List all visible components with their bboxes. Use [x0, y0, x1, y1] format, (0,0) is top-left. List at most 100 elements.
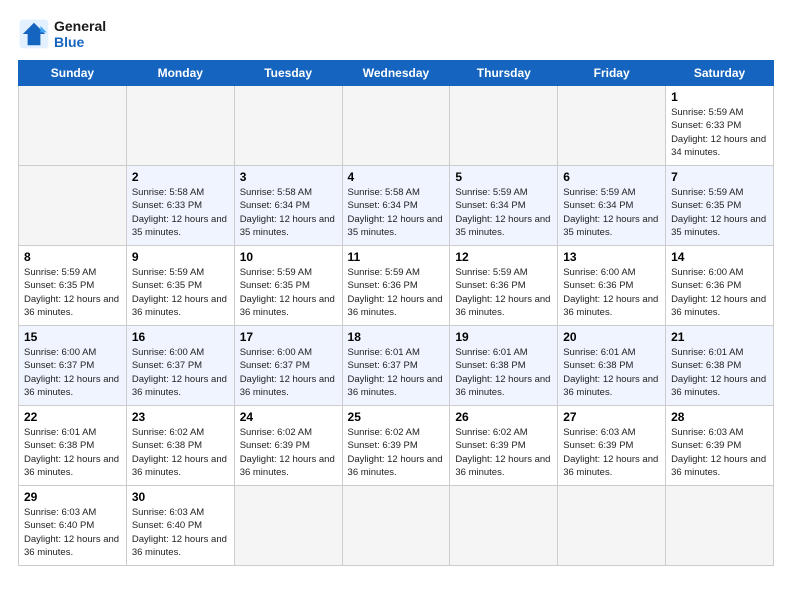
calendar-day-cell: 8 Sunrise: 5:59 AMSunset: 6:35 PMDaylight…: [19, 246, 127, 326]
day-info: Sunrise: 5:59 AMSunset: 6:35 PMDaylight:…: [240, 266, 337, 319]
calendar-day-cell: 17Sunrise: 6:00 AMSunset: 6:37 PMDayligh…: [234, 326, 342, 406]
calendar-day-cell: 13 Sunrise: 6:00 AMSunset: 6:36 PMDayligh…: [558, 246, 666, 326]
calendar-week-row: 2Sunrise: 5:58 AMSunset: 6:33 PMDaylight…: [19, 166, 774, 246]
calendar-day-cell: 25Sunrise: 6:02 AMSunset: 6:39 PMDayligh…: [342, 406, 450, 486]
calendar-day-cell: 16Sunrise: 6:00 AMSunset: 6:37 PMDayligh…: [126, 326, 234, 406]
calendar-day-cell: 26 Sunrise: 6:02 AMSunset: 6:39 PMDayligh…: [450, 406, 558, 486]
day-info: Sunrise: 6:00 AMSunset: 6:37 PMDaylight:…: [24, 346, 121, 399]
calendar-day-cell: [450, 86, 558, 166]
day-number: 28: [671, 410, 768, 424]
day-info: Sunrise: 6:00 AMSunset: 6:36 PMDaylight:…: [671, 266, 768, 319]
day-info: Sunrise: 6:01 AMSunset: 6:38 PMDaylight:…: [24, 426, 121, 479]
calendar-day-cell: 18 Sunrise: 6:01 AMSunset: 6:37 PMDayligh…: [342, 326, 450, 406]
day-number: 6: [563, 170, 660, 184]
day-info: Sunrise: 6:03 AMSunset: 6:40 PMDaylight:…: [24, 506, 121, 559]
day-of-week-header: Tuesday: [234, 61, 342, 86]
calendar-day-cell: 14 Sunrise: 6:00 AMSunset: 6:36 PMDayligh…: [666, 246, 774, 326]
calendar-day-cell: [666, 486, 774, 566]
day-info: Sunrise: 5:59 AMSunset: 6:34 PMDaylight:…: [455, 186, 552, 239]
day-number: 13: [563, 250, 660, 264]
day-info: Sunrise: 6:02 AMSunset: 6:39 PMDaylight:…: [455, 426, 552, 479]
day-number: 2: [132, 170, 229, 184]
day-number: 1: [671, 90, 768, 104]
day-info: Sunrise: 5:59 AMSunset: 6:33 PMDaylight:…: [671, 106, 768, 159]
calendar-week-row: 1 Sunrise: 5:59 AMSunset: 6:33 PMDaylight…: [19, 86, 774, 166]
day-number: 20: [563, 330, 660, 344]
day-info: Sunrise: 6:03 AMSunset: 6:39 PMDaylight:…: [671, 426, 768, 479]
header: General Blue: [18, 18, 774, 50]
day-number: 7: [671, 170, 768, 184]
day-info: Sunrise: 6:01 AMSunset: 6:37 PMDaylight:…: [348, 346, 445, 399]
logo: General Blue: [18, 18, 106, 50]
day-number: 9: [132, 250, 229, 264]
day-number: 10: [240, 250, 337, 264]
calendar-day-cell: 11 Sunrise: 5:59 AMSunset: 6:36 PMDayligh…: [342, 246, 450, 326]
calendar-day-cell: 6 Sunrise: 5:59 AMSunset: 6:34 PMDaylight…: [558, 166, 666, 246]
calendar-day-cell: 20 Sunrise: 6:01 AMSunset: 6:38 PMDayligh…: [558, 326, 666, 406]
calendar-day-cell: [450, 486, 558, 566]
calendar-day-cell: 24 Sunrise: 6:02 AMSunset: 6:39 PMDayligh…: [234, 406, 342, 486]
day-info: Sunrise: 6:00 AMSunset: 6:36 PMDaylight:…: [563, 266, 660, 319]
day-number: 21: [671, 330, 768, 344]
calendar-day-cell: 21 Sunrise: 6:01 AMSunset: 6:38 PMDayligh…: [666, 326, 774, 406]
day-of-week-header: Wednesday: [342, 61, 450, 86]
logo-icon: [18, 18, 50, 50]
calendar-day-cell: 12Sunrise: 5:59 AMSunset: 6:36 PMDayligh…: [450, 246, 558, 326]
day-number: 12: [455, 250, 552, 264]
day-info: Sunrise: 6:01 AMSunset: 6:38 PMDaylight:…: [671, 346, 768, 399]
calendar-day-cell: 5Sunrise: 5:59 AMSunset: 6:34 PMDaylight…: [450, 166, 558, 246]
day-number: 15: [24, 330, 121, 344]
day-number: 19: [455, 330, 552, 344]
day-number: 18: [348, 330, 445, 344]
calendar-day-cell: 23 Sunrise: 6:02 AMSunset: 6:38 PMDayligh…: [126, 406, 234, 486]
day-info: Sunrise: 5:59 AMSunset: 6:35 PMDaylight:…: [671, 186, 768, 239]
day-number: 3: [240, 170, 337, 184]
calendar-day-cell: 15 Sunrise: 6:00 AMSunset: 6:37 PMDayligh…: [19, 326, 127, 406]
calendar-day-cell: 19 Sunrise: 6:01 AMSunset: 6:38 PMDayligh…: [450, 326, 558, 406]
calendar-header-row: SundayMondayTuesdayWednesdayThursdayFrid…: [19, 61, 774, 86]
calendar-day-cell: 28 Sunrise: 6:03 AMSunset: 6:39 PMDayligh…: [666, 406, 774, 486]
day-number: 8: [24, 250, 121, 264]
day-info: Sunrise: 6:01 AMSunset: 6:38 PMDaylight:…: [563, 346, 660, 399]
day-info: Sunrise: 5:58 AMSunset: 6:34 PMDaylight:…: [240, 186, 337, 239]
day-info: Sunrise: 6:02 AMSunset: 6:39 PMDaylight:…: [240, 426, 337, 479]
day-number: 17: [240, 330, 337, 344]
day-info: Sunrise: 6:01 AMSunset: 6:38 PMDaylight:…: [455, 346, 552, 399]
page: General Blue SundayMondayTuesdayWednesda…: [0, 0, 792, 612]
calendar-day-cell: [19, 166, 127, 246]
day-number: 24: [240, 410, 337, 424]
logo-text: General Blue: [54, 18, 106, 50]
calendar-day-cell: 2Sunrise: 5:58 AMSunset: 6:33 PMDaylight…: [126, 166, 234, 246]
calendar-day-cell: 27 Sunrise: 6:03 AMSunset: 6:39 PMDayligh…: [558, 406, 666, 486]
calendar-day-cell: [19, 86, 127, 166]
day-info: Sunrise: 6:03 AMSunset: 6:39 PMDaylight:…: [563, 426, 660, 479]
calendar-day-cell: 9Sunrise: 5:59 AMSunset: 6:35 PMDaylight…: [126, 246, 234, 326]
calendar-week-row: 22 Sunrise: 6:01 AMSunset: 6:38 PMDayligh…: [19, 406, 774, 486]
calendar-week-row: 8 Sunrise: 5:59 AMSunset: 6:35 PMDaylight…: [19, 246, 774, 326]
day-number: 26: [455, 410, 552, 424]
day-info: Sunrise: 5:59 AMSunset: 6:35 PMDaylight:…: [24, 266, 121, 319]
day-number: 23: [132, 410, 229, 424]
day-number: 14: [671, 250, 768, 264]
calendar-day-cell: 22 Sunrise: 6:01 AMSunset: 6:38 PMDayligh…: [19, 406, 127, 486]
day-of-week-header: Thursday: [450, 61, 558, 86]
day-of-week-header: Friday: [558, 61, 666, 86]
calendar-day-cell: [342, 486, 450, 566]
day-number: 22: [24, 410, 121, 424]
calendar-day-cell: [234, 486, 342, 566]
day-number: 11: [348, 250, 445, 264]
calendar-day-cell: 7 Sunrise: 5:59 AMSunset: 6:35 PMDaylight…: [666, 166, 774, 246]
day-info: Sunrise: 6:02 AMSunset: 6:38 PMDaylight:…: [132, 426, 229, 479]
calendar-day-cell: 4Sunrise: 5:58 AMSunset: 6:34 PMDaylight…: [342, 166, 450, 246]
day-info: Sunrise: 5:59 AMSunset: 6:34 PMDaylight:…: [563, 186, 660, 239]
calendar-day-cell: [558, 486, 666, 566]
day-of-week-header: Sunday: [19, 61, 127, 86]
day-number: 29: [24, 490, 121, 504]
day-info: Sunrise: 5:59 AMSunset: 6:36 PMDaylight:…: [348, 266, 445, 319]
day-of-week-header: Saturday: [666, 61, 774, 86]
calendar-week-row: 15 Sunrise: 6:00 AMSunset: 6:37 PMDayligh…: [19, 326, 774, 406]
day-info: Sunrise: 6:03 AMSunset: 6:40 PMDaylight:…: [132, 506, 229, 559]
calendar-day-cell: 1 Sunrise: 5:59 AMSunset: 6:33 PMDaylight…: [666, 86, 774, 166]
day-info: Sunrise: 6:00 AMSunset: 6:37 PMDaylight:…: [132, 346, 229, 399]
day-number: 27: [563, 410, 660, 424]
